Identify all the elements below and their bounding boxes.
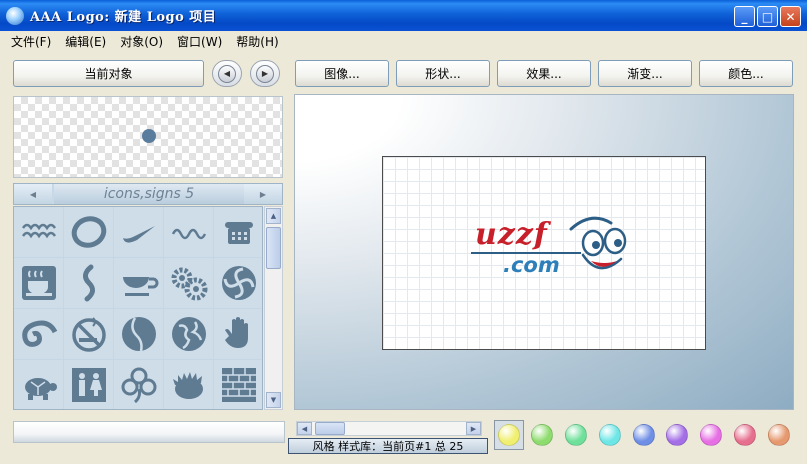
hedgehog-icon: [172, 372, 203, 399]
gradient-button[interactable]: 渐变...: [598, 60, 692, 87]
scroll-right-icon[interactable]: ▶: [466, 422, 481, 435]
menu-file[interactable]: 文件(F): [4, 33, 58, 50]
menu-bar: 文件(F) 编辑(E) 对象(O) 窗口(W) 帮助(H): [0, 31, 807, 51]
image-button[interactable]: 图像...: [295, 60, 389, 87]
wave-line-icon: [171, 228, 206, 240]
color-swatch[interactable]: [498, 424, 520, 446]
spiral-icon: [221, 266, 256, 300]
library-item-teacup[interactable]: [114, 258, 163, 308]
library-item-globe[interactable]: [164, 309, 213, 359]
library-item-ring[interactable]: [64, 207, 113, 257]
no-smoking-icon: [71, 317, 106, 352]
effect-button[interactable]: 效果...: [497, 60, 591, 87]
color-swatch[interactable]: [700, 424, 722, 446]
ring-icon: [71, 216, 106, 248]
swoosh-icon: [122, 226, 155, 243]
color-swatch[interactable]: [531, 424, 553, 446]
title-bar: AAA Logo: 新建 Logo 项目 _ □ ✕: [0, 0, 807, 31]
color-swatch[interactable]: [734, 424, 756, 446]
swirl-icon: [21, 320, 57, 347]
left-bottom-field: [13, 421, 285, 443]
icon-library-grid: [13, 206, 263, 410]
menu-help[interactable]: 帮助(H): [229, 33, 285, 50]
library-item-gears[interactable]: [164, 258, 213, 308]
logo-subtext[interactable]: .com: [503, 253, 560, 277]
waves-icon: [21, 223, 56, 239]
library-item-telephone[interactable]: [214, 207, 262, 257]
squiggle-icon: [82, 264, 95, 302]
teacup-icon: [122, 277, 158, 296]
arrow-left-icon: ◀: [29, 189, 37, 199]
color-swatch[interactable]: [565, 424, 587, 446]
library-item-coffee-cup[interactable]: [14, 258, 63, 308]
library-item-brick-wall[interactable]: [214, 360, 262, 409]
style-status: 风格 样式库：当前页#1 总 25: [288, 438, 488, 454]
current-object-button[interactable]: 当前对象: [13, 60, 204, 87]
library-item-turtle[interactable]: [14, 360, 63, 409]
scroll-thumb[interactable]: [266, 227, 281, 269]
category-next-button[interactable]: ▶: [244, 184, 282, 204]
menu-edit[interactable]: 编辑(E): [58, 33, 113, 50]
globe-icon: [171, 317, 206, 351]
category-label: icons,signs 5: [54, 184, 244, 204]
app-icon: [6, 6, 24, 25]
next-object-button[interactable]: ▶: [250, 60, 280, 87]
moon-face-icon: [121, 317, 156, 352]
object-preview: [13, 96, 283, 178]
scroll-down-icon[interactable]: ▼: [266, 392, 281, 408]
minimize-button[interactable]: _: [734, 6, 755, 27]
logo-text[interactable]: uzzf: [475, 217, 548, 252]
scroll-left-icon[interactable]: ◀: [297, 422, 312, 435]
coffee-cup-icon: [21, 266, 56, 300]
maximize-button[interactable]: □: [757, 6, 778, 27]
arrow-left-icon: ◀: [218, 64, 236, 83]
scroll-up-icon[interactable]: ▲: [266, 208, 281, 224]
brick-wall-icon: [221, 368, 256, 402]
library-vertical-scrollbar[interactable]: ▲ ▼: [264, 206, 283, 410]
logo-board[interactable]: uzzf .com: [382, 156, 706, 350]
library-item-no-smoking[interactable]: [64, 309, 113, 359]
library-item-hand[interactable]: [214, 309, 262, 359]
smiley-face-icon[interactable]: [563, 211, 643, 291]
arrow-right-icon: ▶: [259, 189, 267, 199]
style-horizontal-scrollbar[interactable]: ◀ ▶: [296, 421, 482, 436]
library-item-moon-face[interactable]: [114, 309, 163, 359]
design-canvas[interactable]: uzzf .com: [294, 94, 794, 410]
restroom-icon: [71, 368, 106, 402]
library-item-spiral[interactable]: [214, 258, 262, 308]
shape-button[interactable]: 形状...: [396, 60, 490, 87]
library-item-swirl[interactable]: [14, 309, 63, 359]
category-bar: ◀ icons,signs 5 ▶: [13, 183, 283, 205]
scroll-thumb[interactable]: [315, 422, 345, 435]
preview-dot: [142, 129, 156, 143]
gears-icon: [171, 267, 207, 301]
library-item-waves[interactable]: [14, 207, 63, 257]
menu-window[interactable]: 窗口(W): [170, 33, 229, 50]
telephone-icon: [224, 222, 253, 244]
clover-icon: [121, 367, 156, 404]
prev-object-button[interactable]: ◀: [212, 60, 242, 87]
color-swatch[interactable]: [599, 424, 621, 446]
hand-icon: [224, 317, 248, 348]
turtle-icon: [24, 378, 57, 400]
window-title: AAA Logo: 新建 Logo 项目: [30, 10, 217, 25]
color-swatch[interactable]: [768, 424, 790, 446]
color-button[interactable]: 颜色...: [699, 60, 793, 87]
close-button[interactable]: ✕: [780, 6, 801, 27]
arrow-right-icon: ▶: [256, 64, 274, 83]
library-item-wave-line[interactable]: [164, 207, 213, 257]
color-swatch[interactable]: [633, 424, 655, 446]
library-item-squiggle[interactable]: [64, 258, 113, 308]
menu-object[interactable]: 对象(O): [113, 33, 170, 50]
library-item-hedgehog[interactable]: [164, 360, 213, 409]
category-prev-button[interactable]: ◀: [14, 184, 52, 204]
window-controls: _ □ ✕: [734, 6, 801, 27]
library-item-restroom[interactable]: [64, 360, 113, 409]
color-swatch[interactable]: [666, 424, 688, 446]
library-item-clover[interactable]: [114, 360, 163, 409]
library-item-swoosh[interactable]: [114, 207, 163, 257]
